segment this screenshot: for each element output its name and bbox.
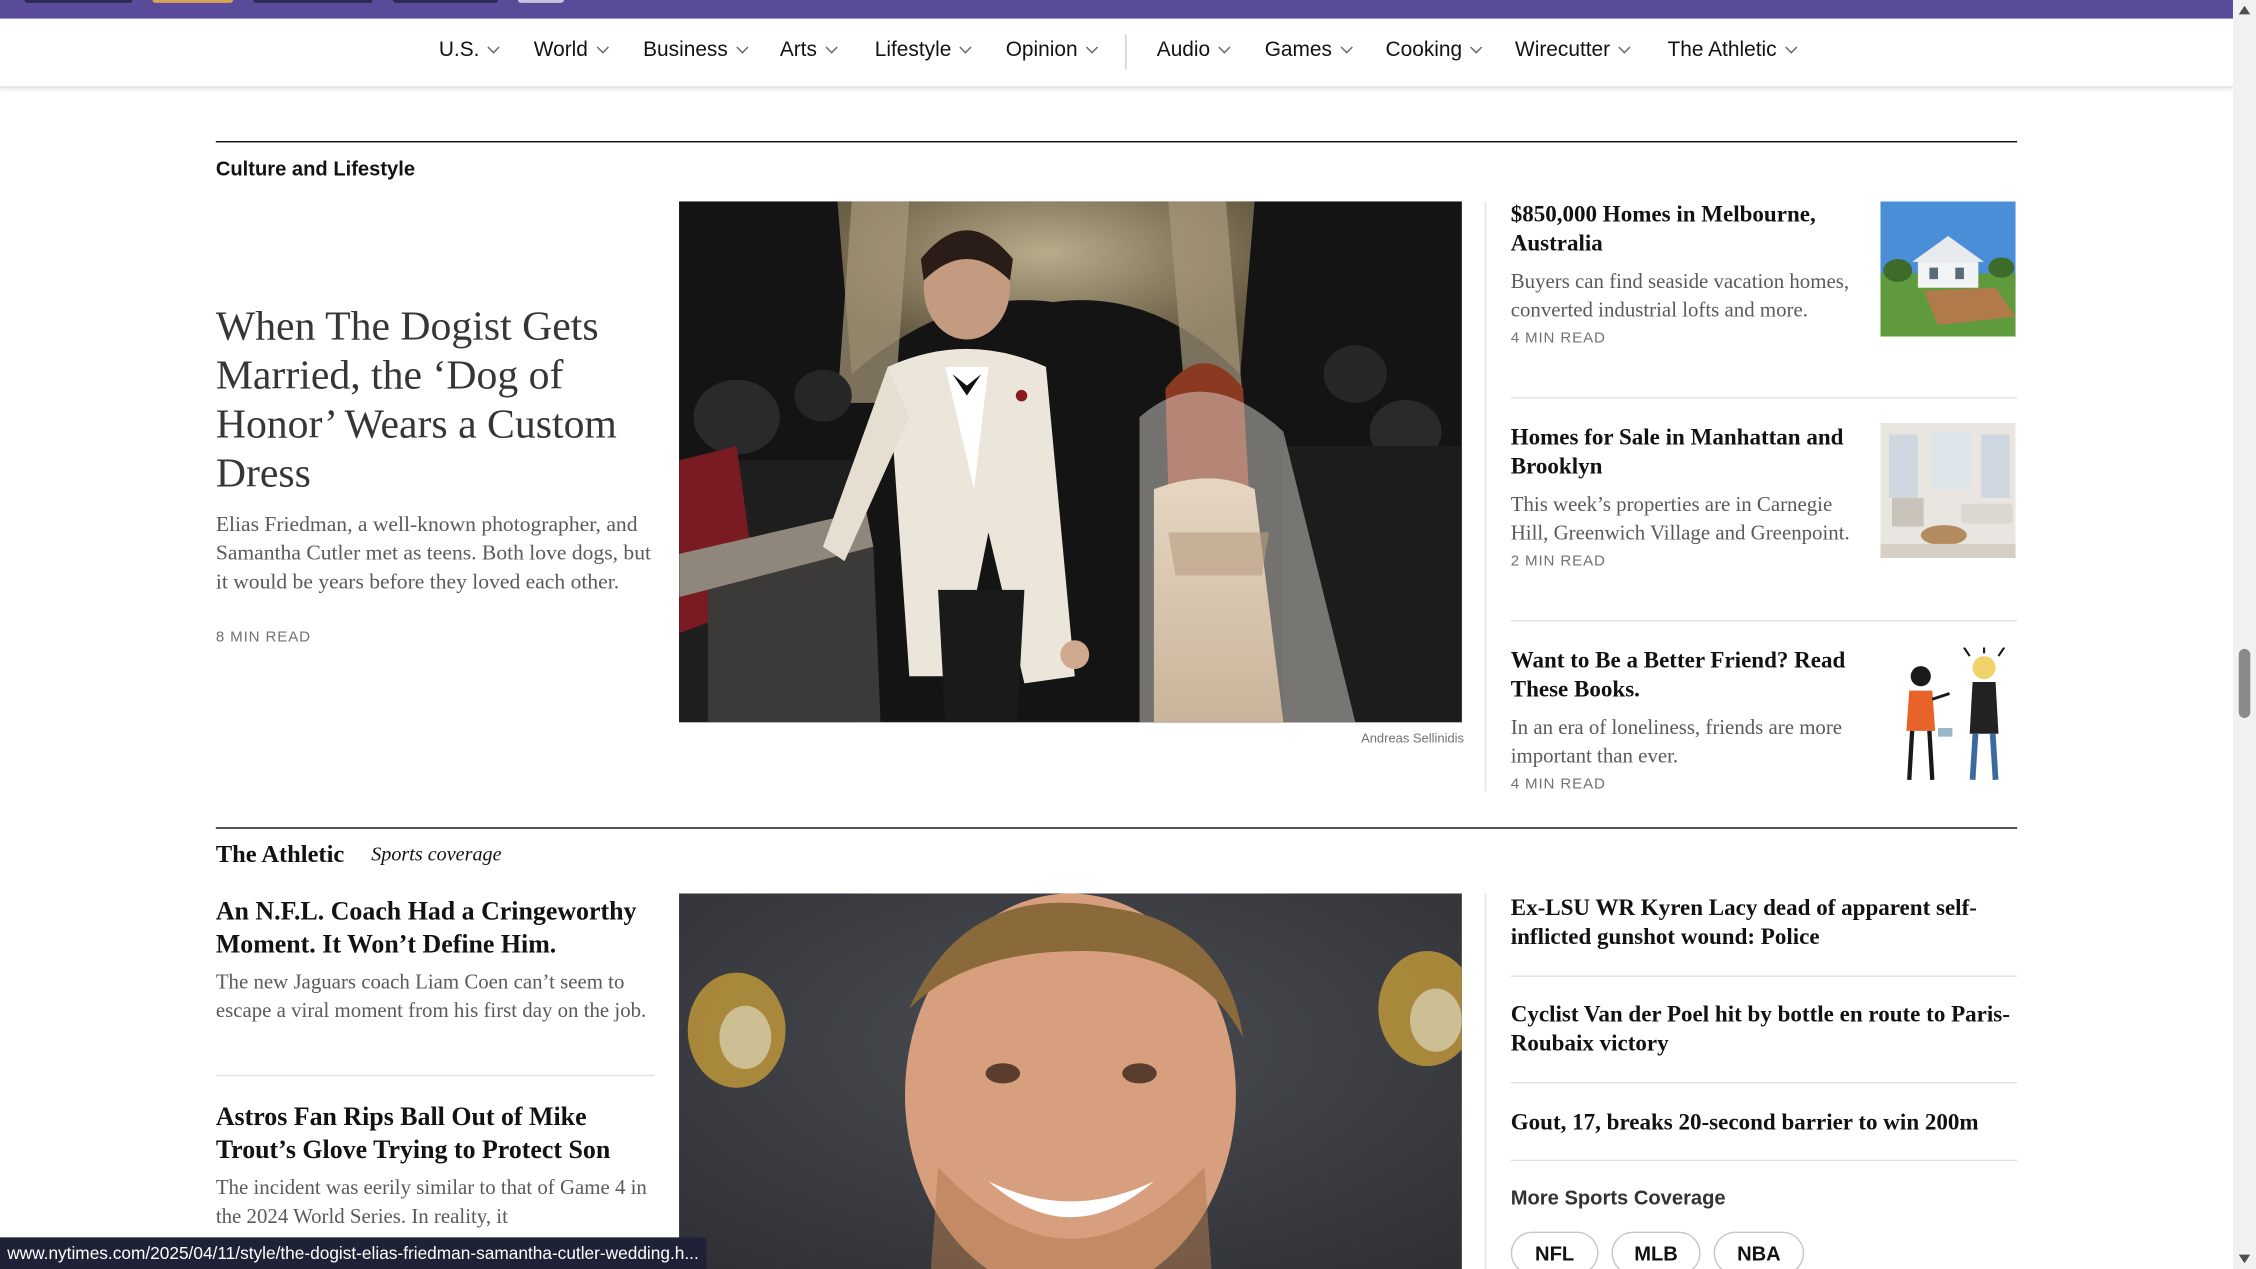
nav-label: The Athletic — [1667, 38, 1777, 62]
coach-photo — [679, 893, 1462, 1269]
banner-chip — [253, 0, 373, 3]
nav-item-games[interactable]: Games — [1264, 38, 1353, 62]
nav-label: Wirecutter — [1515, 38, 1611, 62]
status-bar-url: www.nytimes.com/2025/04/11/style/the-dog… — [0, 1237, 706, 1269]
athletic-subtitle: Sports coverage — [371, 844, 502, 867]
chevron-down-icon — [959, 41, 972, 54]
athletic-lead-photo[interactable] — [679, 893, 1462, 1269]
nav-item-cooking[interactable]: Cooking — [1385, 38, 1483, 62]
chevron-down-icon — [825, 41, 838, 54]
nav-item-the-athletic[interactable]: The Athletic — [1667, 38, 1798, 62]
top-banner-bar — [0, 0, 2233, 19]
wedding-photo — [679, 201, 1462, 723]
section-nav: U.S. World Business Arts Lifestyle Opini… — [0, 18, 2233, 88]
nav-item-opinion[interactable]: Opinion — [1005, 38, 1099, 62]
pill-nba[interactable]: NBA — [1713, 1231, 1805, 1269]
nav-label: Lifestyle — [874, 38, 952, 62]
side-story-title[interactable]: Want to Be a Better Friend? Read These B… — [1511, 647, 1856, 705]
pill-mlb[interactable]: MLB — [1611, 1231, 1701, 1269]
lead-photo[interactable] — [679, 201, 1462, 723]
athletic-story-summary: The incident was eerily similar to that … — [215, 1176, 647, 1229]
page: U.S. World Business Arts Lifestyle Opini… — [0, 0, 2256, 1269]
column-divider — [1484, 201, 1487, 792]
story-separator — [1510, 397, 2018, 399]
nav-label: Audio — [1156, 38, 1211, 62]
melbourne-home-thumbnail[interactable] — [1880, 201, 2016, 337]
side-story[interactable]: Homes for Sale in Manhattan and Brooklyn… — [1510, 424, 1856, 570]
side-story[interactable]: $850,000 Homes in Melbourne, Australia B… — [1510, 201, 1856, 347]
nav-label: Opinion — [1005, 38, 1078, 62]
story-separator — [1510, 620, 2018, 622]
side-story-summary: This week’s properties are in Carnegie H… — [1510, 493, 1850, 546]
side-story[interactable]: Want to Be a Better Friend? Read These B… — [1510, 647, 1856, 793]
athletic-side-headline[interactable]: Ex-LSU WR Kyren Lacy dead of apparent se… — [1511, 895, 2017, 953]
section-rule — [215, 141, 2018, 143]
chevron-down-icon — [1784, 41, 1798, 54]
nav-label: U.S. — [438, 38, 480, 62]
nav-label: Cooking — [1385, 38, 1463, 62]
chevron-down-icon — [1085, 41, 1099, 54]
athletic-side-headline[interactable]: Cyclist Van der Poel hit by bottle en ro… — [1511, 1001, 2017, 1059]
side-story-read-time: 4 MIN READ — [1510, 329, 1606, 347]
chevron-down-icon — [487, 41, 500, 54]
banner-chip — [517, 0, 565, 3]
pill-nfl[interactable]: NFL — [1510, 1231, 1599, 1269]
story-separator — [1510, 1081, 2018, 1084]
manhattan-home-thumbnail[interactable] — [1880, 423, 2016, 559]
nav-item-wirecutter[interactable]: Wirecutter — [1515, 38, 1631, 62]
chevron-down-icon — [1218, 41, 1231, 54]
banner-chip — [152, 0, 234, 3]
nav-label: World — [533, 38, 588, 62]
friendship-illustration-thumbnail[interactable] — [1880, 647, 2016, 783]
chevron-down-icon — [736, 41, 749, 54]
banner-chip — [24, 0, 133, 3]
nav-item-world[interactable]: World — [533, 38, 609, 62]
athletic-side-headline[interactable]: Gout, 17, breaks 20-second barrier to wi… — [1511, 1109, 2017, 1138]
athletic-story-summary: The new Jaguars coach Liam Coen can’t se… — [215, 971, 647, 1023]
column-divider — [1484, 893, 1487, 1269]
nav-divider — [1125, 34, 1127, 70]
page-scrollbar[interactable] — [2232, 0, 2256, 1269]
nav-item-arts[interactable]: Arts — [779, 38, 838, 62]
section-label-culture[interactable]: Culture and Lifestyle — [216, 157, 415, 180]
nav-label: Games — [1264, 38, 1332, 62]
side-story-read-time: 2 MIN READ — [1510, 552, 1606, 570]
banner-chip — [392, 0, 498, 3]
section-rule — [215, 827, 2018, 829]
scroll-up-arrow-icon[interactable] — [2238, 5, 2251, 15]
living-room-photo — [1880, 423, 2016, 559]
house-photo — [1880, 201, 2016, 337]
nav-label: Business — [643, 38, 728, 62]
lead-headline[interactable]: When The Dogist Gets Married, the ‘Dog o… — [216, 302, 648, 498]
story-separator — [215, 1074, 655, 1077]
athletic-logo[interactable]: The Athletic — [216, 840, 344, 869]
photo-credit: Andreas Sellinidis — [1361, 730, 1465, 746]
side-story-summary: In an era of loneliness, friends are mor… — [1510, 716, 1843, 769]
chevron-down-icon — [1470, 41, 1483, 54]
nav-item-us[interactable]: U.S. — [438, 38, 500, 62]
lead-summary[interactable]: Elias Friedman, a well-known photographe… — [216, 511, 655, 597]
scroll-down-arrow-icon[interactable] — [2238, 1254, 2251, 1264]
chevron-down-icon — [596, 41, 609, 54]
scrollbar-thumb[interactable] — [2238, 648, 2251, 718]
chevron-down-icon — [1618, 41, 1631, 54]
chevron-down-icon — [1340, 41, 1353, 54]
side-story-title[interactable]: $850,000 Homes in Melbourne, Australia — [1511, 201, 1856, 259]
story-separator — [1510, 1159, 2018, 1162]
lead-read-time: 8 MIN READ — [215, 628, 311, 647]
nav-item-business[interactable]: Business — [643, 38, 749, 62]
athletic-story-headline[interactable]: An N.F.L. Coach Had a Cringeworthy Momen… — [216, 895, 655, 961]
nav-item-lifestyle[interactable]: Lifestyle — [874, 38, 972, 62]
story-separator — [1510, 975, 2018, 977]
side-story-title[interactable]: Homes for Sale in Manhattan and Brooklyn — [1511, 424, 1856, 482]
nav-item-audio[interactable]: Audio — [1156, 38, 1231, 62]
more-sports-label: More Sports Coverage — [1510, 1185, 1726, 1209]
friends-illustration — [1880, 647, 2016, 783]
side-story-summary: Buyers can find seaside vacation homes, … — [1510, 270, 1850, 323]
athletic-story-headline[interactable]: Astros Fan Rips Ball Out of Mike Trout’s… — [216, 1101, 655, 1167]
nav-label: Arts — [779, 38, 817, 62]
side-story-read-time: 4 MIN READ — [1510, 775, 1606, 793]
